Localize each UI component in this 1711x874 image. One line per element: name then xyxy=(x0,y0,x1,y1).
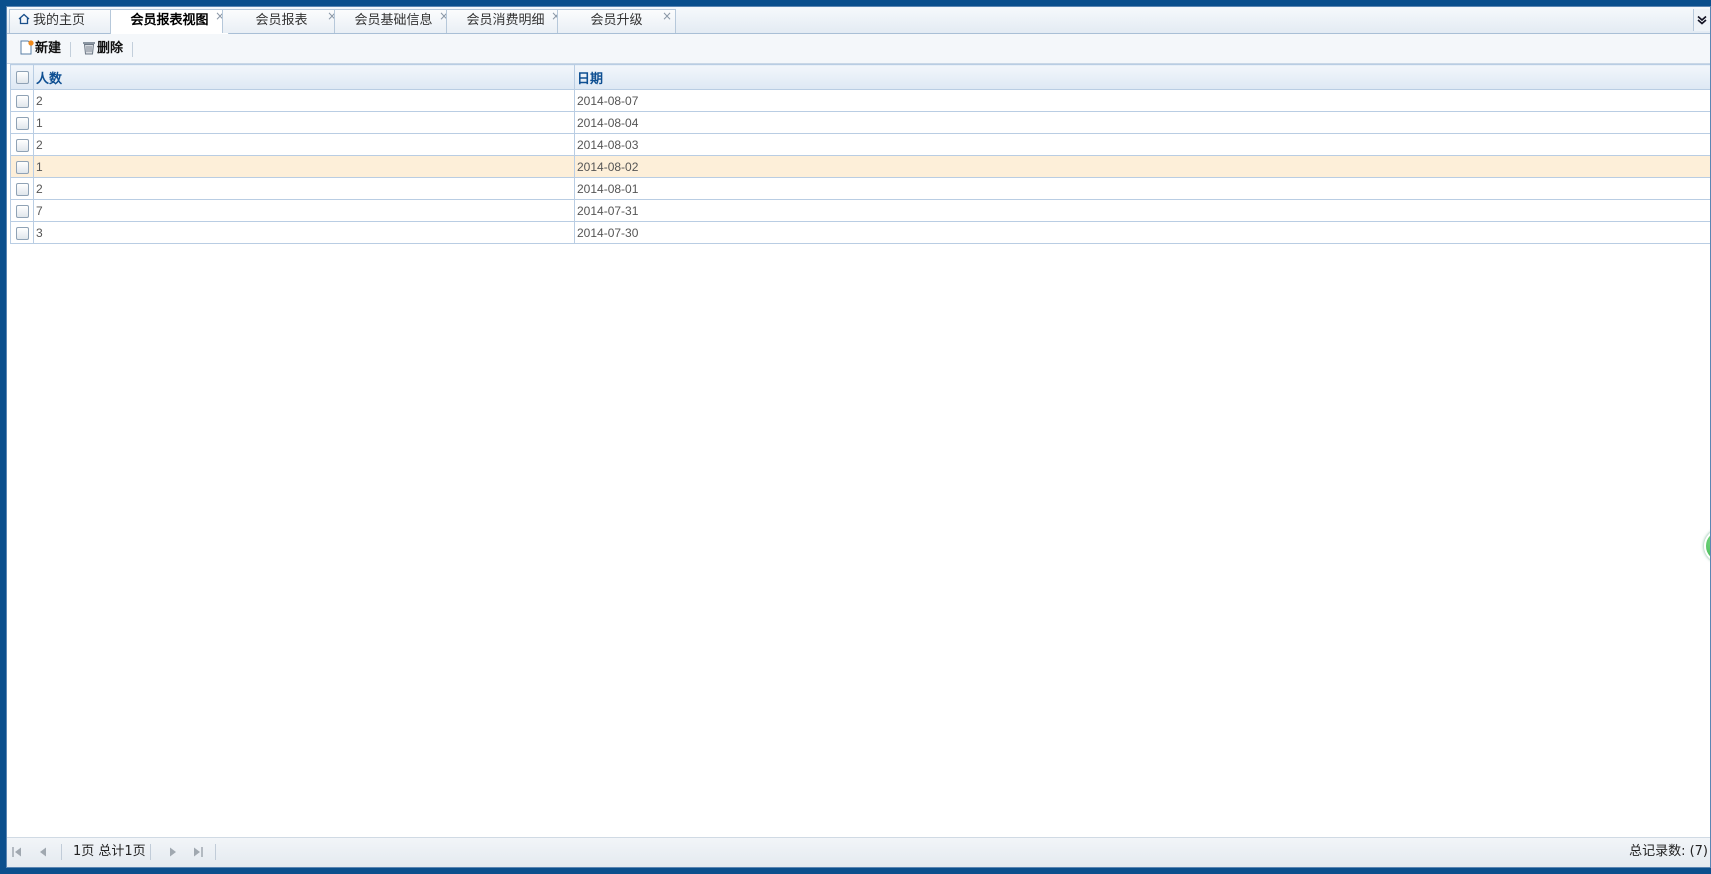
tab-label: 会员报表视图 xyxy=(130,13,209,28)
cell-date: 2014-07-30 xyxy=(574,221,1710,244)
cell-date: 2014-08-02 xyxy=(574,155,1710,178)
tab-member-report-view[interactable]: 会员报表视图 × xyxy=(110,9,229,34)
pager-divider xyxy=(215,844,216,860)
delete-button-label: 删除 xyxy=(97,41,124,56)
row-checkbox[interactable] xyxy=(15,204,29,218)
toolbar-divider xyxy=(132,42,133,57)
table-row[interactable]: 7 2014-07-31 xyxy=(10,199,1710,222)
cell-date: 2014-08-01 xyxy=(574,177,1710,200)
trash-icon xyxy=(83,42,95,55)
cell-count: 2 xyxy=(33,177,575,200)
select-all-checkbox[interactable] xyxy=(15,70,29,84)
new-button-label: 新建 xyxy=(35,41,62,56)
tab-strip: 我的主页 会员报表视图 × 会员报表 × 会员基础信息 × 会员消费明细 × 会… xyxy=(7,7,1710,34)
tab-label: 会员基础信息 xyxy=(354,13,433,28)
cell-count: 1 xyxy=(33,155,575,178)
data-grid: 人数 日期 2 2014-08-07 1 2014-08-04 2 2014-0… xyxy=(10,64,1710,244)
row-checkbox[interactable] xyxy=(15,182,29,196)
table-row-highlighted[interactable]: 1 2014-08-02 xyxy=(10,155,1710,178)
tab-label: 会员升级 xyxy=(590,13,643,28)
row-select-cell xyxy=(10,89,34,112)
row-checkbox[interactable] xyxy=(15,138,29,152)
last-page-icon[interactable] xyxy=(192,846,204,858)
row-select-cell xyxy=(10,155,34,178)
tabs-overflow-menu-button[interactable] xyxy=(1693,9,1710,31)
row-select-cell xyxy=(10,221,34,244)
prev-page-icon[interactable] xyxy=(37,846,49,858)
cell-date: 2014-08-04 xyxy=(574,111,1710,134)
grid-header-row: 人数 日期 xyxy=(10,64,1710,90)
row-select-cell xyxy=(10,111,34,134)
row-checkbox[interactable] xyxy=(15,94,29,108)
home-icon xyxy=(18,13,30,25)
table-row[interactable]: 3 2014-07-30 xyxy=(10,221,1710,244)
cell-count: 2 xyxy=(33,89,575,112)
cell-count: 2 xyxy=(33,133,575,156)
cell-count: 1 xyxy=(33,111,575,134)
table-row[interactable]: 1 2014-08-04 xyxy=(10,111,1710,134)
cell-date: 2014-08-03 xyxy=(574,133,1710,156)
pager-divider xyxy=(61,844,62,860)
table-row[interactable]: 2 2014-08-07 xyxy=(10,89,1710,112)
cell-date: 2014-07-31 xyxy=(574,199,1710,222)
select-all-cell xyxy=(10,64,34,90)
delete-button[interactable]: 删除 xyxy=(82,40,123,58)
tab-label: 会员报表 xyxy=(255,13,308,28)
main-window: 我的主页 会员报表视图 × 会员报表 × 会员基础信息 × 会员消费明细 × 会… xyxy=(6,6,1711,868)
row-checkbox[interactable] xyxy=(15,226,29,240)
row-select-cell xyxy=(10,199,34,222)
cell-count: 3 xyxy=(33,221,575,244)
first-page-icon[interactable] xyxy=(11,846,23,858)
table-row[interactable]: 2 2014-08-01 xyxy=(10,177,1710,200)
tab-label: 会员消费明细 xyxy=(466,13,545,28)
tab-member-report[interactable]: 会员报表 × xyxy=(222,9,341,33)
toolbar: 新建 删除 xyxy=(7,34,1710,64)
tab-label: 我的主页 xyxy=(33,13,86,28)
page-info: 1页 总计1页 xyxy=(73,844,146,859)
column-header-count[interactable]: 人数 xyxy=(33,64,575,90)
pagination-bar: 1页 总计1页 总记录数: (7) xyxy=(7,837,1710,867)
row-checkbox[interactable] xyxy=(15,116,29,130)
row-checkbox[interactable] xyxy=(15,160,29,174)
next-page-icon[interactable] xyxy=(167,846,179,858)
new-button[interactable]: 新建 xyxy=(19,40,61,58)
cell-date: 2014-08-07 xyxy=(574,89,1710,112)
table-row[interactable]: 2 2014-08-03 xyxy=(10,133,1710,156)
column-header-date[interactable]: 日期 xyxy=(574,64,1710,90)
row-select-cell xyxy=(10,177,34,200)
row-select-cell xyxy=(10,133,34,156)
floating-chat-button[interactable]: 拉 xyxy=(1704,529,1710,563)
new-document-icon xyxy=(20,40,34,55)
tab-member-basic-info[interactable]: 会员基础信息 × xyxy=(334,9,453,33)
tab-member-consumption-detail[interactable]: 会员消费明细 × xyxy=(446,9,565,33)
cell-count: 7 xyxy=(33,199,575,222)
pager-divider xyxy=(150,844,151,860)
total-records: 总记录数: (7) xyxy=(1629,844,1708,859)
close-icon[interactable]: × xyxy=(662,7,672,27)
toolbar-divider xyxy=(70,42,71,57)
double-chevron-down-icon xyxy=(1697,15,1707,25)
tab-member-upgrade[interactable]: 会员升级 × xyxy=(557,9,676,33)
